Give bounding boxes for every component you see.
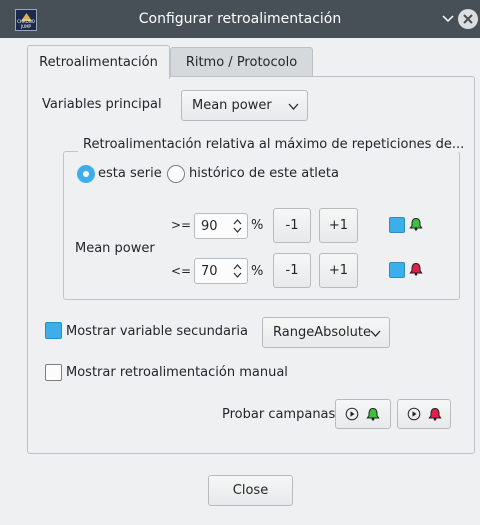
relative-variable-label: Mean power	[75, 241, 155, 256]
lower-threshold-unit: %	[251, 264, 264, 279]
radio-esta-serie[interactable]	[77, 165, 95, 183]
close-window-button[interactable]	[458, 9, 478, 29]
lower-threshold-value: 70	[201, 264, 218, 279]
radio-esta-serie-label[interactable]: esta serie	[98, 166, 162, 181]
red-bell-icon	[409, 262, 423, 276]
green-bell-icon	[409, 217, 423, 231]
secondary-variable-checkbox[interactable]	[45, 322, 62, 339]
main-variable-value: Mean power	[192, 98, 272, 113]
manual-feedback-checkbox[interactable]	[45, 364, 62, 381]
relative-feedback-title: Retroalimentación relativa al máximo de …	[78, 137, 470, 152]
close-button[interactable]: Close	[208, 475, 293, 506]
manual-feedback-label[interactable]: Mostrar retroalimentación manual	[66, 365, 288, 380]
tab-retroalimentacion[interactable]: Retroalimentación	[27, 45, 170, 79]
main-variable-select[interactable]: Mean power	[181, 90, 308, 121]
green-bell-icon	[366, 407, 380, 421]
upper-threshold-spinner[interactable]: 90	[194, 213, 248, 239]
operator-le: <=	[171, 264, 192, 278]
lower-plus-button[interactable]: +1	[319, 253, 358, 288]
chevron-down-icon[interactable]	[441, 11, 455, 25]
chevron-down-icon	[288, 103, 299, 110]
lower-threshold-spinner[interactable]: 70	[194, 258, 248, 284]
spin-arrows-icon[interactable]	[233, 262, 242, 280]
play-icon	[407, 407, 421, 421]
lower-minus-button[interactable]: -1	[273, 253, 311, 288]
upper-threshold-unit: %	[251, 218, 264, 233]
spin-arrows-icon[interactable]	[233, 217, 242, 235]
radio-historico-atleta-label[interactable]: histórico de este atleta	[189, 166, 339, 181]
main-variable-label: Variables principal	[42, 97, 162, 112]
upper-threshold-value: 90	[201, 219, 218, 234]
title-bar: CHRONO JUMP Configurar retroalimentación	[0, 0, 480, 38]
operator-ge: >=	[171, 218, 192, 232]
upper-bell-enabled-checkbox[interactable]	[389, 217, 405, 233]
radio-historico-atleta[interactable]	[167, 165, 185, 183]
upper-minus-button[interactable]: -1	[273, 208, 311, 243]
chevron-down-icon	[370, 330, 381, 337]
red-bell-icon	[428, 407, 442, 421]
secondary-variable-value: RangeAbsolute	[273, 325, 372, 340]
lower-bell-enabled-checkbox[interactable]	[389, 262, 405, 278]
tab-ritmo-protocolo[interactable]: Ritmo / Protocolo	[170, 47, 313, 77]
play-icon	[345, 407, 359, 421]
upper-plus-button[interactable]: +1	[319, 208, 358, 243]
test-bells-label: Probar campanas	[222, 407, 336, 422]
test-bad-bell-button[interactable]	[397, 399, 451, 429]
secondary-variable-select[interactable]: RangeAbsolute	[262, 317, 390, 348]
test-good-bell-button[interactable]	[335, 399, 391, 429]
window-title: Configurar retroalimentación	[138, 11, 342, 27]
secondary-variable-label[interactable]: Mostrar variable secundaria	[66, 324, 248, 339]
close-icon	[463, 14, 473, 24]
